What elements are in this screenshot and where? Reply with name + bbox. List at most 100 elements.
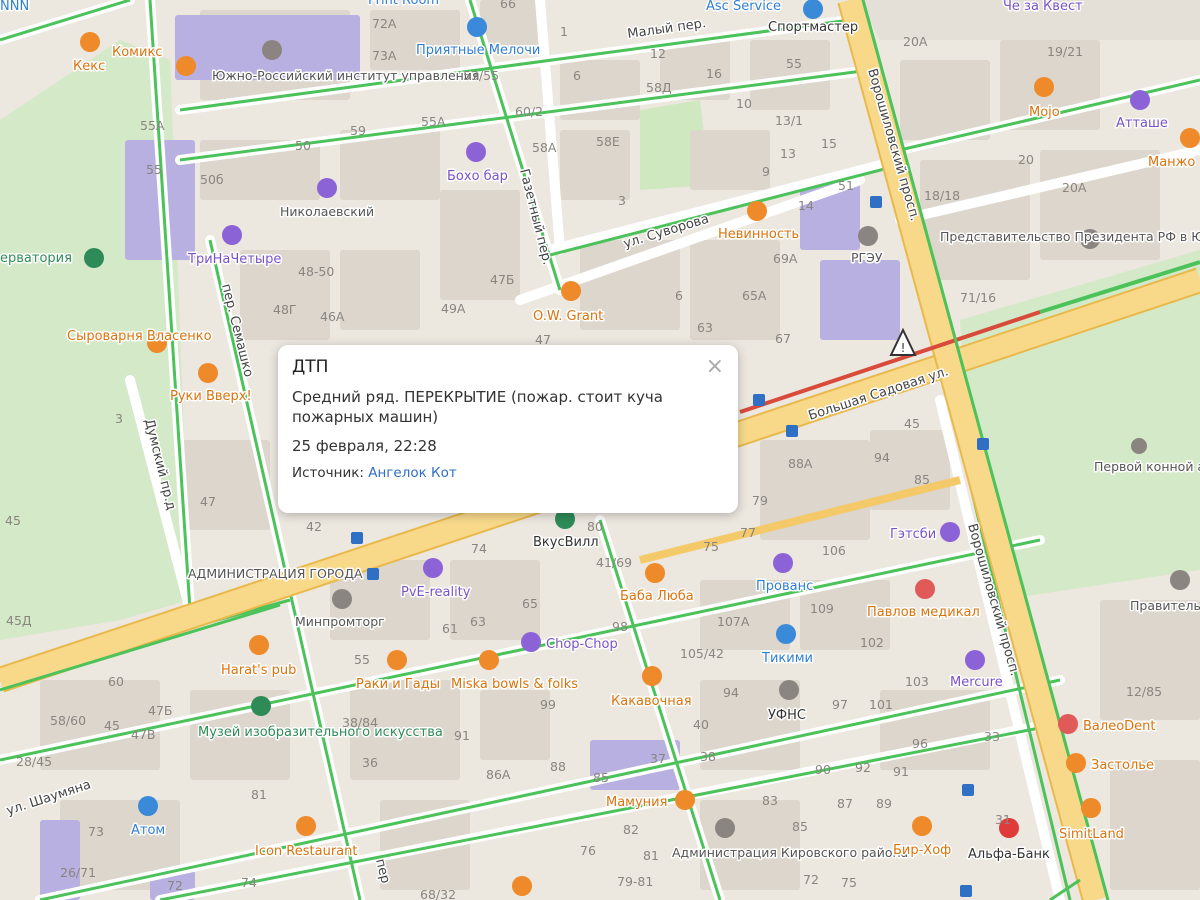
label-simitland[interactable]: SimitLand bbox=[1058, 826, 1126, 844]
svg-text:55А: 55А bbox=[140, 118, 165, 133]
svg-text:13/1: 13/1 bbox=[775, 113, 803, 128]
svg-text:3: 3 bbox=[115, 411, 123, 426]
svg-text:1: 1 bbox=[560, 24, 568, 39]
label-museum[interactable]: Музей изобразительного искусства bbox=[197, 724, 445, 742]
label-predstavitelstvo[interactable]: Представительство Президента РФ в ЮФО bbox=[939, 228, 1200, 246]
label-administration[interactable]: АДМИНИСТРАЦИЯ ГОРОДА bbox=[187, 565, 365, 583]
popup-source: Источник: Ангелок Кот bbox=[292, 465, 724, 481]
label-nikolaevsky[interactable]: Николаевский bbox=[279, 203, 376, 221]
svg-text:94: 94 bbox=[723, 685, 739, 700]
bus-stop-icon bbox=[367, 568, 379, 580]
label-getsbi[interactable]: Гэтсби bbox=[889, 526, 938, 544]
svg-text:9: 9 bbox=[762, 164, 770, 179]
svg-text:50: 50 bbox=[295, 138, 311, 153]
label-chopchop[interactable]: Chop-Chop bbox=[545, 636, 620, 654]
label-boho[interactable]: Бохо бар bbox=[446, 168, 510, 186]
label-pravitelstvo[interactable]: Правитель облас bbox=[1129, 597, 1200, 615]
svg-text:10: 10 bbox=[736, 96, 752, 111]
svg-text:87: 87 bbox=[837, 796, 853, 811]
label-manzho[interactable]: Манжо bbox=[1147, 154, 1197, 172]
svg-text:67: 67 bbox=[775, 331, 791, 346]
label-ufns[interactable]: УФНС bbox=[767, 707, 808, 725]
svg-text:48-50: 48-50 bbox=[298, 264, 334, 279]
label-keks[interactable]: Кекс bbox=[72, 58, 107, 76]
museum-icon bbox=[84, 248, 104, 268]
label-sportmaster[interactable]: Спортмастер bbox=[767, 19, 860, 37]
label-iconrest[interactable]: Icon Restaurant bbox=[254, 843, 359, 861]
svg-text:74: 74 bbox=[471, 541, 487, 556]
label-atom[interactable]: Атом bbox=[130, 822, 167, 840]
label-alfabank[interactable]: Альфа-Банк bbox=[967, 846, 1052, 864]
svg-text:50б: 50б bbox=[200, 172, 224, 187]
restaurant-icon bbox=[296, 816, 316, 836]
label-mamuniya[interactable]: Мамуния bbox=[605, 794, 669, 812]
label-nnn[interactable]: NNN bbox=[0, 0, 31, 16]
label-vkusvill[interactable]: ВкусВилл bbox=[532, 534, 601, 552]
svg-text:91: 91 bbox=[893, 764, 909, 779]
label-provans[interactable]: Прованс bbox=[755, 578, 815, 596]
svg-text:53/55: 53/55 bbox=[463, 68, 499, 83]
label-harats[interactable]: Harat's pub bbox=[220, 662, 298, 680]
label-observatoria[interactable]: ерватория bbox=[0, 250, 73, 268]
label-pavlov[interactable]: Павлов медикал bbox=[866, 604, 982, 622]
label-birhof[interactable]: Бир-Хоф bbox=[892, 842, 953, 860]
svg-text:14: 14 bbox=[798, 198, 814, 213]
label-komiks[interactable]: Комикс bbox=[111, 44, 164, 62]
cafe-icon bbox=[80, 32, 100, 52]
svg-text:37: 37 bbox=[650, 751, 666, 766]
label-tikimi[interactable]: Тикими bbox=[760, 650, 815, 668]
label-priyatnye[interactable]: Приятные Мелочи bbox=[415, 42, 542, 60]
svg-text:40: 40 bbox=[693, 717, 709, 732]
label-printroom[interactable]: Print Room bbox=[367, 0, 441, 10]
svg-text:88: 88 bbox=[550, 759, 566, 774]
label-admkirov[interactable]: Администрация Кировского района bbox=[671, 844, 910, 862]
svg-text:41/69: 41/69 bbox=[596, 555, 632, 570]
svg-text:105/42: 105/42 bbox=[680, 646, 724, 661]
label-babalyuba[interactable]: Баба Люба bbox=[619, 588, 696, 606]
label-rukivverh[interactable]: Руки Вверх! bbox=[169, 388, 254, 406]
label-institute[interactable]: Южно-Российский институт управления bbox=[211, 67, 481, 85]
svg-text:69А: 69А bbox=[773, 251, 798, 266]
label-trinachetyre[interactable]: ТриНаЧетыре bbox=[186, 251, 283, 269]
label-zastolye[interactable]: Застолье bbox=[1090, 757, 1156, 775]
label-attashe[interactable]: Атташе bbox=[1115, 115, 1170, 133]
svg-text:90: 90 bbox=[815, 762, 831, 777]
label-minpromtorg[interactable]: Минпромторг bbox=[294, 613, 387, 631]
svg-text:63: 63 bbox=[697, 320, 713, 335]
source-author-link[interactable]: Ангелок Кот bbox=[368, 465, 457, 481]
government-icon bbox=[779, 680, 799, 700]
label-mercure[interactable]: Mercure bbox=[949, 674, 1005, 692]
government-icon bbox=[715, 818, 735, 838]
svg-text:91: 91 bbox=[454, 728, 470, 743]
svg-text:55А: 55А bbox=[421, 114, 446, 129]
svg-text:60: 60 bbox=[108, 674, 124, 689]
label-miska[interactable]: Miska bowls & folks bbox=[450, 676, 580, 694]
restaurant-icon bbox=[387, 650, 407, 670]
popup-description: Средний ряд. ПЕРЕКРЫТИЕ (пожар. стоит ку… bbox=[292, 388, 663, 426]
government-icon bbox=[1170, 570, 1190, 590]
hotel-icon bbox=[965, 650, 985, 670]
svg-text:3: 3 bbox=[618, 193, 626, 208]
svg-text:58/60: 58/60 bbox=[50, 713, 86, 728]
bus-stop-icon bbox=[870, 196, 882, 208]
svg-text:72: 72 bbox=[167, 878, 183, 893]
svg-text:89: 89 bbox=[876, 796, 892, 811]
label-asc[interactable]: Asc Service bbox=[705, 0, 783, 16]
cafe-icon bbox=[176, 56, 196, 76]
label-nevinnost[interactable]: Невинность bbox=[717, 226, 801, 244]
label-valeodent[interactable]: ВалеоDent bbox=[1082, 718, 1158, 736]
label-rgeu[interactable]: РГЭУ bbox=[850, 249, 885, 267]
svg-text:55: 55 bbox=[354, 652, 370, 667]
label-owgrant[interactable]: O.W. Grant bbox=[532, 308, 605, 326]
label-mojo[interactable]: Mojo bbox=[1028, 104, 1062, 122]
label-pve[interactable]: PvE-reality bbox=[400, 584, 473, 602]
label-syrovarnya[interactable]: Сыроварня Власенко bbox=[66, 328, 214, 346]
svg-text:46А: 46А bbox=[320, 309, 345, 324]
label-rakiigady[interactable]: Раки и Гады bbox=[355, 676, 442, 694]
svg-text:47: 47 bbox=[200, 494, 216, 509]
restaurant-icon bbox=[479, 650, 499, 670]
label-kakavochnaya[interactable]: Какавочная bbox=[610, 693, 694, 711]
label-pervoy-konnoy[interactable]: Первой конной армии bbox=[1093, 458, 1200, 476]
close-icon[interactable]: × bbox=[706, 356, 724, 378]
label-chezakvest[interactable]: Че за Квест bbox=[1002, 0, 1085, 16]
